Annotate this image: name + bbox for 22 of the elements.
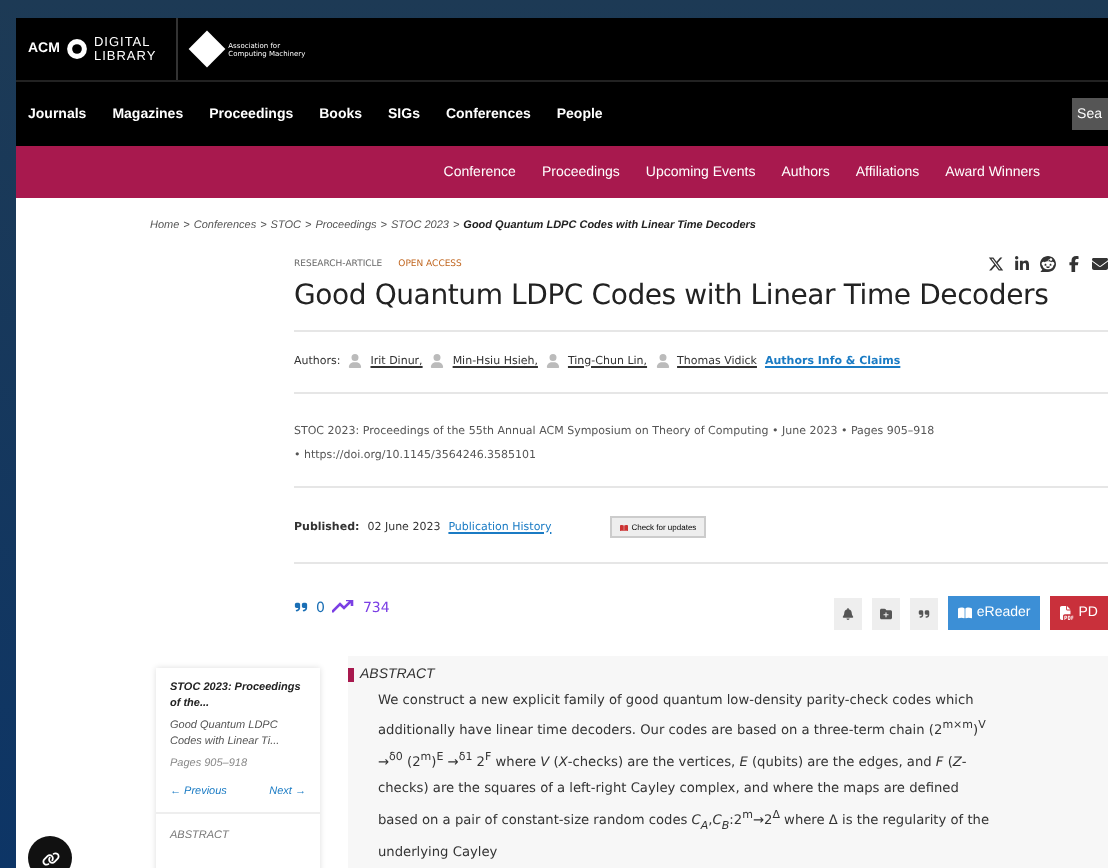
x-icon[interactable] bbox=[988, 256, 1004, 272]
cite-button[interactable] bbox=[910, 597, 939, 629]
person-icon bbox=[545, 354, 560, 368]
quote-icon bbox=[294, 600, 308, 614]
person-icon bbox=[348, 354, 363, 368]
reddit-icon[interactable] bbox=[1040, 256, 1056, 272]
bell-icon bbox=[842, 607, 855, 619]
pdf-file-icon bbox=[1060, 606, 1075, 620]
person-icon bbox=[655, 354, 670, 368]
article-title: Good Quantum LDPC Codes with Linear Time Decoders bbox=[294, 280, 1108, 332]
quote-icon bbox=[918, 607, 931, 619]
trend-icon bbox=[332, 600, 355, 614]
book-icon bbox=[958, 606, 973, 620]
alert-button[interactable] bbox=[834, 597, 863, 629]
person-icon bbox=[430, 354, 445, 368]
linkedin-icon[interactable] bbox=[1014, 256, 1030, 272]
save-folder-button[interactable] bbox=[872, 597, 901, 629]
facebook-icon[interactable] bbox=[1066, 256, 1082, 272]
link-icon bbox=[41, 849, 59, 867]
bookmark-icon bbox=[619, 523, 628, 531]
mail-icon[interactable] bbox=[1092, 256, 1108, 272]
folder-icon bbox=[880, 607, 893, 619]
